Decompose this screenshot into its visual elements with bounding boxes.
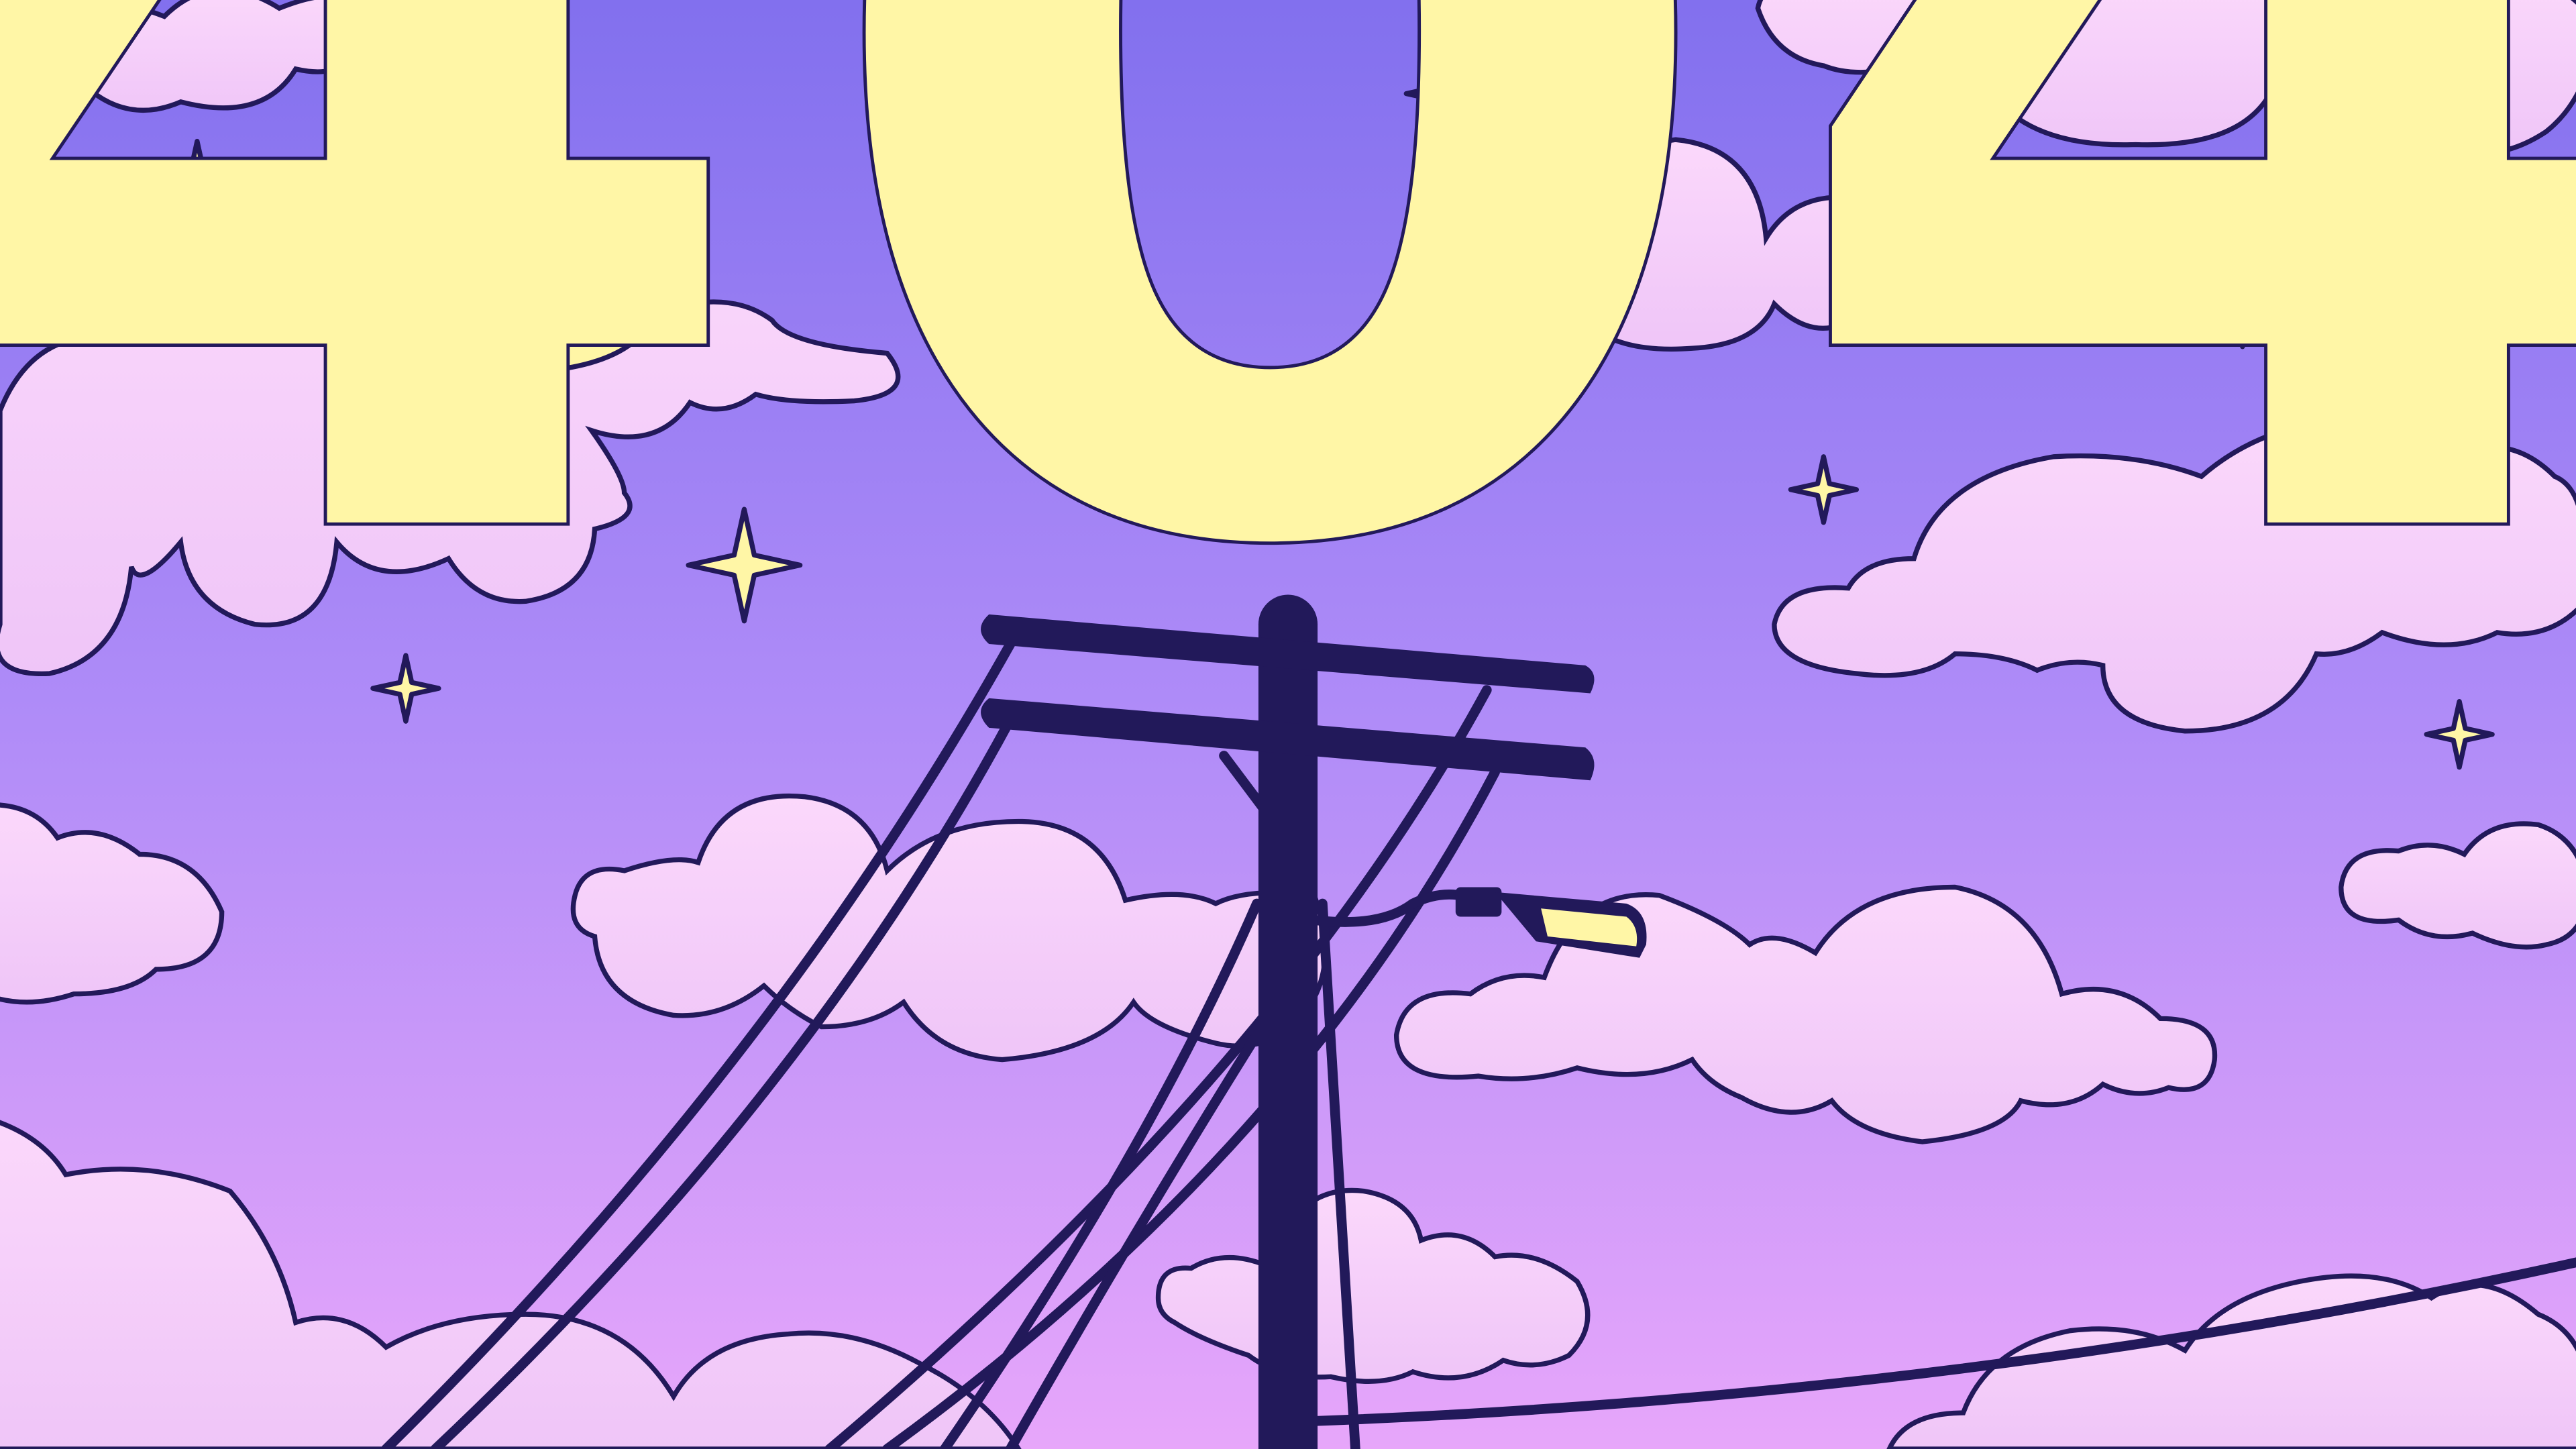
error-404-illustration: 404 [0, 0, 2576, 1449]
